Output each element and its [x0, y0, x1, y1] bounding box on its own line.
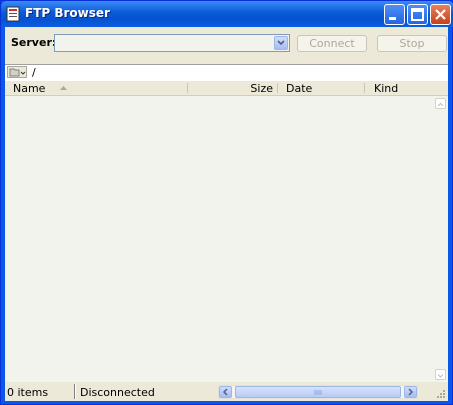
column-header-date[interactable]: Date [286, 81, 361, 95]
maximize-icon [411, 8, 424, 21]
sort-ascending-icon [59, 86, 67, 90]
horizontal-scrollbar[interactable] [218, 385, 418, 399]
connect-button[interactable]: Connect [297, 35, 367, 52]
chevron-down-icon [437, 374, 444, 378]
maximize-button[interactable] [407, 4, 428, 25]
column-header-kind[interactable]: Kind [374, 81, 444, 95]
folder-icon [9, 68, 26, 77]
file-list[interactable] [5, 96, 448, 382]
column-divider[interactable] [187, 83, 188, 93]
window-client-area: Server: Connect Stop / Name Size Date Ki… [5, 27, 448, 401]
resize-grip-icon[interactable] [436, 389, 446, 399]
column-header-name-label: Name [13, 82, 46, 95]
current-path: / [32, 66, 36, 79]
file-list-header: Name Size Date Kind [5, 81, 448, 96]
close-button[interactable] [430, 4, 451, 25]
minimize-icon [389, 17, 396, 20]
chevron-down-icon [277, 40, 285, 46]
column-header-size[interactable]: Size [191, 81, 273, 95]
window-title: FTP Browser [25, 6, 110, 20]
scrollbar-thumb[interactable] [235, 386, 401, 398]
column-header-name[interactable]: Name [13, 81, 183, 95]
scroll-left-button[interactable] [219, 386, 232, 398]
title-bar[interactable]: FTP Browser [1, 1, 453, 27]
server-label: Server: [11, 36, 57, 49]
server-combobox[interactable] [54, 34, 290, 52]
status-bar: 0 items Disconnected [5, 382, 448, 401]
ftp-browser-window: FTP Browser Server: Connect Stop / Name … [0, 0, 453, 405]
close-icon [435, 9, 446, 20]
connection-status: Disconnected [80, 386, 155, 399]
chevron-right-icon [408, 388, 414, 396]
status-divider [74, 384, 76, 399]
path-bar: / [5, 64, 448, 82]
ftp-app-icon [6, 6, 20, 22]
grip-lines-icon [314, 390, 322, 395]
chevron-up-icon [437, 102, 444, 107]
scroll-down-button[interactable] [435, 369, 446, 380]
chevron-left-icon [222, 388, 228, 396]
server-dropdown-button[interactable] [274, 36, 288, 50]
stop-button[interactable]: Stop [377, 35, 447, 52]
scroll-up-button[interactable] [435, 98, 446, 109]
column-divider[interactable] [364, 83, 365, 93]
item-count: 0 items [7, 386, 49, 399]
path-menu-button[interactable] [7, 66, 27, 78]
scroll-right-button[interactable] [404, 386, 417, 398]
minimize-button[interactable] [384, 4, 405, 25]
column-divider[interactable] [277, 83, 278, 93]
